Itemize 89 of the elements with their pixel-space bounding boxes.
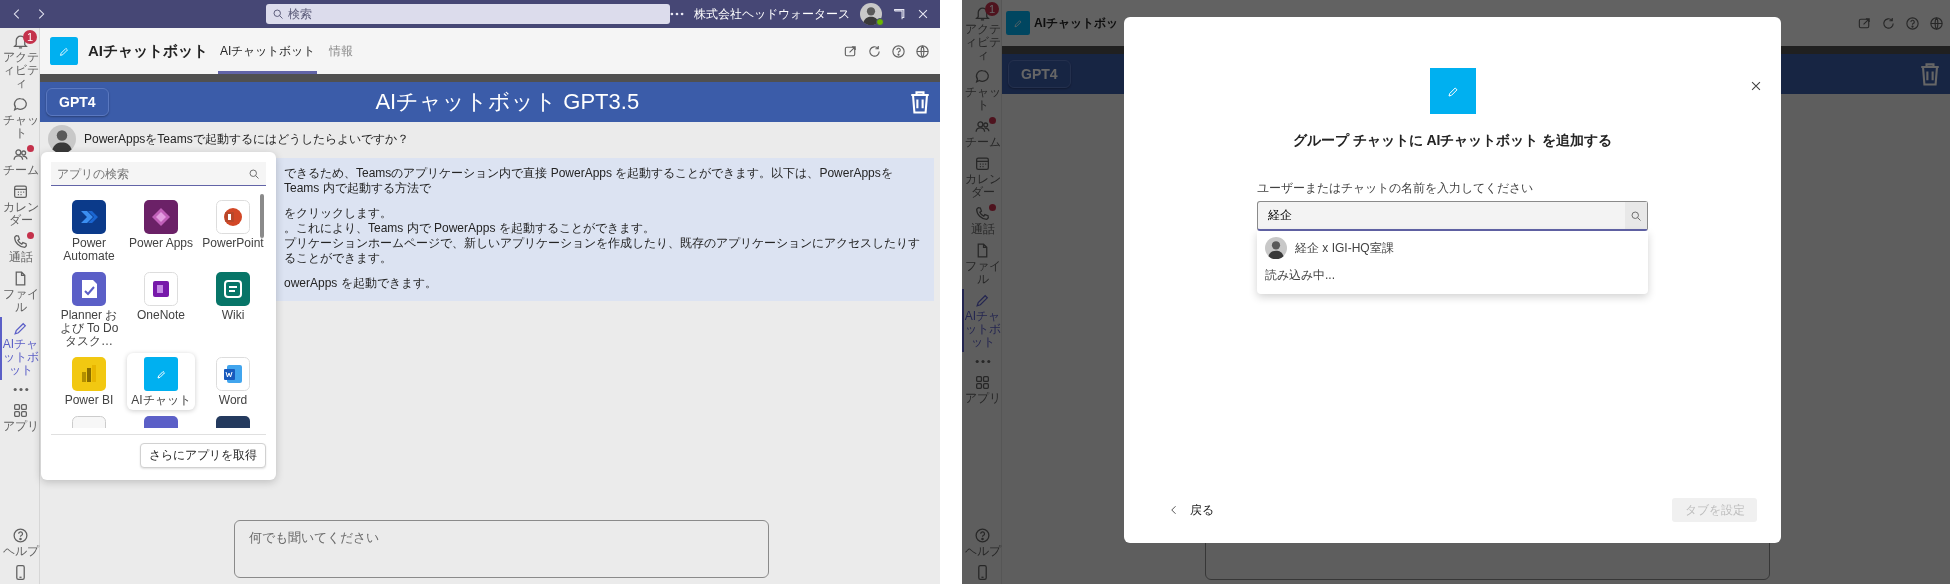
app-tile[interactable]: Wiki (199, 268, 266, 351)
search-icon (248, 167, 260, 180)
bell-icon (974, 5, 991, 22)
rail-item[interactable]: ファイル (0, 267, 39, 317)
app-icon (216, 200, 250, 234)
refresh-icon[interactable] (867, 43, 882, 59)
phone-icon (12, 233, 29, 250)
answer-text: owerApps を起動できます。 (284, 276, 438, 291)
people-icon (12, 146, 29, 163)
chat-title: AIチャットボット GPT3.5 (375, 88, 640, 116)
get-more-apps-button[interactable]: さらにアプリを取得 (140, 443, 266, 468)
apps-grid-icon (974, 374, 991, 391)
popout-icon[interactable] (843, 43, 858, 59)
refresh-icon[interactable] (1881, 15, 1896, 31)
app-title: AIチャットボッ (1034, 14, 1118, 32)
calendar-icon (12, 183, 29, 200)
help-icon[interactable] (891, 43, 906, 59)
popout-icon[interactable] (1857, 15, 1872, 31)
phone-icon (974, 205, 991, 222)
scrollbar-thumb[interactable] (260, 194, 264, 238)
loading-text: 読み込み中... (1265, 267, 1336, 284)
organization-name: 株式会社ヘッドウォータース (694, 5, 850, 23)
pencil-icon (974, 292, 991, 309)
answer-text: をクリックします。 (284, 206, 393, 221)
help-icon[interactable] (1905, 15, 1920, 31)
more-icon (12, 387, 29, 392)
bell-icon (12, 33, 29, 50)
avatar (48, 125, 76, 153)
rail-item[interactable]: アクティビティ 1 (0, 30, 39, 93)
app-icon (144, 272, 178, 306)
app-icon (72, 200, 106, 234)
suggestion-item[interactable]: 経企 x IGI-HQ室課 (1265, 237, 1640, 259)
pencil-icon (12, 320, 29, 337)
app-icon (216, 357, 250, 391)
rail-item[interactable]: チーム (0, 143, 39, 180)
app-tile[interactable]: Power BI (55, 353, 123, 410)
name-search-field[interactable]: 経企 (1258, 202, 1625, 229)
notification-badge: 1 (985, 2, 999, 16)
avatar (860, 3, 882, 25)
search-icon (272, 8, 285, 20)
answer-text: プリケーションホームページで、新しいアプリケーションを作成したり、既存のアプリケーションにアクセスしたりすることができます。 (284, 236, 921, 266)
model-button[interactable]: GPT4 (46, 88, 109, 116)
app-icon (72, 357, 106, 391)
app-logo-icon (50, 37, 78, 65)
more-icon (974, 359, 991, 364)
app-logo-icon (1429, 68, 1476, 114)
app-tile[interactable]: Power Apps (127, 196, 195, 266)
app-tile[interactable]: Power Automate (55, 196, 123, 266)
app-tile[interactable]: Word (199, 353, 266, 410)
app-tile[interactable]: PowerPoint (199, 196, 266, 266)
answer-text: 。これにより、Teams 内で PowerApps を起動することができます。 (284, 221, 656, 236)
rail-item[interactable]: チャット (0, 93, 39, 143)
calendar-icon (974, 155, 991, 172)
app-icon (216, 272, 250, 306)
window-restore-icon[interactable] (892, 7, 906, 21)
app-icon (144, 200, 178, 234)
name-search-box[interactable]: 経企 (1257, 201, 1648, 231)
chat-input[interactable]: 何でも聞いてください (234, 520, 769, 578)
field-label: ユーザーまたはチャットの名前を入力してください (1257, 180, 1534, 197)
rail-item[interactable]: カレンダー (0, 180, 39, 230)
search-icon[interactable] (1630, 209, 1642, 222)
rail-item[interactable]: ヘルプ (0, 524, 39, 561)
app-icon (144, 357, 178, 391)
question-text: PowerAppsをTeamsで起動するにはどうしたらよいですか？ (84, 130, 409, 148)
more-icon[interactable] (670, 12, 684, 16)
back-link[interactable]: 戻る (1168, 501, 1214, 519)
avatar (1265, 237, 1287, 259)
app-tile[interactable]: AIチャット (127, 353, 195, 410)
people-icon (974, 118, 991, 135)
answer-text: できるため、Teamsのアプリケーション内で直接 PowerApps を起動することができます。以下は、PowerAppsを Teams 内で起動する方法で (284, 166, 894, 196)
globe-icon[interactable] (915, 43, 930, 59)
apps-grid-icon (12, 402, 29, 419)
rail-item[interactable]: 通話 (0, 230, 39, 267)
help-icon (12, 527, 29, 544)
globe-icon[interactable] (1929, 15, 1944, 31)
app-tile[interactable]: Planner および To Do タスク… (55, 268, 123, 351)
app-tile[interactable]: OneNote (127, 268, 195, 351)
notification-badge: 1 (23, 30, 37, 44)
close-icon[interactable] (1749, 79, 1763, 93)
app-title: AIチャットボット (88, 41, 208, 61)
app-logo-icon (1006, 11, 1030, 35)
rail-item[interactable]: アプリ (0, 399, 39, 436)
chat-bubble-icon (12, 96, 29, 113)
app-icon (72, 272, 106, 306)
dialog-title: グループ チャットに AIチャットボット を追加する (1292, 132, 1613, 150)
help-icon (974, 527, 991, 544)
close-icon[interactable] (916, 7, 930, 21)
tab[interactable]: 情報 (327, 28, 356, 74)
chat-bubble-icon (974, 68, 991, 85)
